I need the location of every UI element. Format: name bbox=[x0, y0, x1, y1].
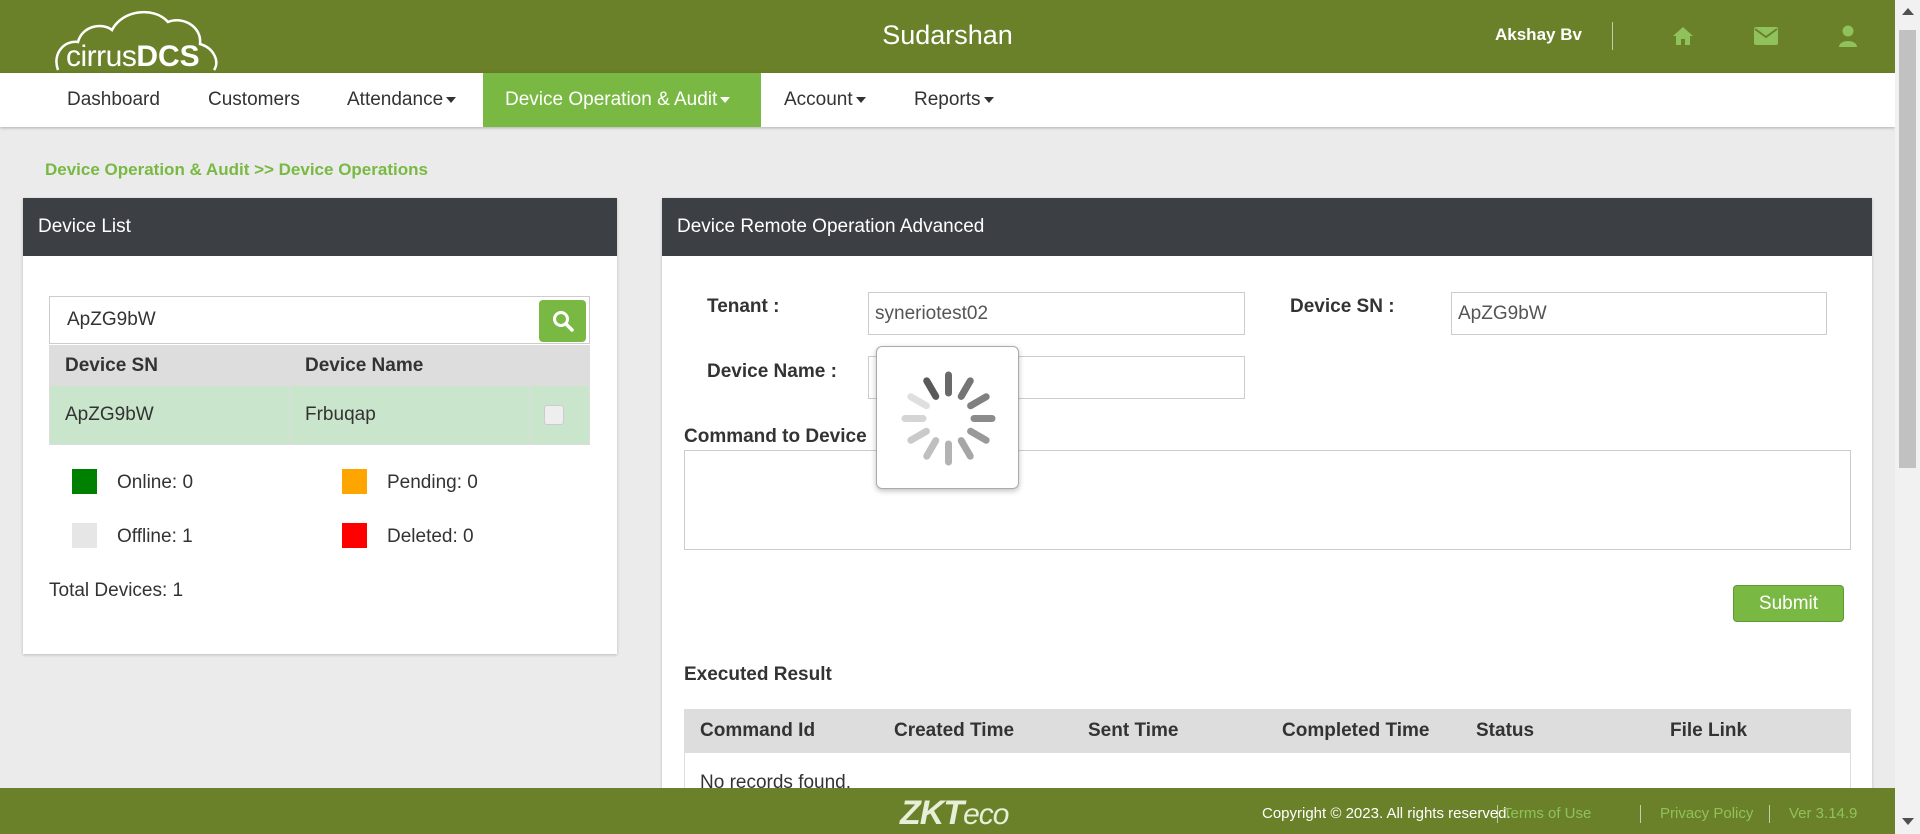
online-count: Online: 0 bbox=[117, 472, 194, 493]
nav-customers[interactable]: Customers bbox=[208, 73, 300, 127]
logo-text: cirrusDCS bbox=[66, 40, 200, 73]
footer-divider bbox=[1769, 805, 1770, 823]
pending-count: Pending: 0 bbox=[387, 472, 478, 493]
column-status[interactable]: Status bbox=[1460, 709, 1655, 753]
tenant-label: Tenant : bbox=[707, 296, 780, 317]
scrollbar-thumb[interactable] bbox=[1899, 30, 1916, 468]
device-table-header: Device SN Device Name bbox=[49, 345, 590, 386]
column-file-link[interactable]: File Link bbox=[1654, 709, 1851, 753]
device-list-title: Device List bbox=[23, 198, 617, 256]
version-text: Ver 3.14.9 bbox=[1789, 805, 1858, 822]
tenant-field[interactable] bbox=[868, 292, 1245, 335]
column-completed-time[interactable]: Completed Time bbox=[1266, 709, 1461, 753]
executed-result-label: Executed Result bbox=[684, 664, 832, 685]
cirrus-dcs-logo[interactable]: cirrusDCS bbox=[50, 4, 220, 73]
nav-account[interactable]: Account bbox=[784, 73, 866, 127]
mail-icon[interactable] bbox=[1752, 22, 1780, 50]
terms-link[interactable]: Terms of Use bbox=[1503, 805, 1591, 822]
home-icon[interactable] bbox=[1669, 22, 1697, 50]
submit-button[interactable]: Submit bbox=[1733, 585, 1844, 622]
nav-dashboard[interactable]: Dashboard bbox=[67, 73, 160, 127]
nav-reports[interactable]: Reports bbox=[914, 73, 994, 127]
pending-legend-swatch bbox=[342, 469, 367, 494]
top-header: cirrusDCS Sudarshan Akshay Bv bbox=[0, 0, 1895, 73]
device-name-cell[interactable]: Frbuqap bbox=[289, 385, 530, 445]
search-button[interactable] bbox=[539, 300, 586, 342]
nav-device-operation-audit[interactable]: Device Operation & Audit bbox=[483, 73, 761, 127]
device-search-input[interactable] bbox=[50, 297, 540, 343]
caret-down-icon bbox=[446, 96, 457, 103]
column-sent-time[interactable]: Sent Time bbox=[1072, 709, 1267, 753]
device-table: Device SN Device Name ApZG9bW Frbuqap bbox=[49, 345, 590, 445]
main-nav: Dashboard Customers Attendance Device Op… bbox=[0, 73, 1895, 127]
zkteco-logo: ZKTeco bbox=[900, 794, 1009, 832]
device-sn-cell[interactable]: ApZG9bW bbox=[49, 385, 290, 445]
column-device-name[interactable]: Device Name bbox=[289, 345, 530, 386]
footer: ZKTeco Copyright © 2023. All rights rese… bbox=[0, 788, 1895, 834]
device-sn-label: Device SN : bbox=[1290, 296, 1395, 317]
user-icon[interactable] bbox=[1834, 22, 1862, 50]
total-devices: Total Devices: 1 bbox=[49, 580, 184, 601]
deleted-count: Deleted: 0 bbox=[387, 526, 474, 547]
device-search-box bbox=[49, 296, 590, 344]
column-device-sn[interactable]: Device SN bbox=[49, 345, 290, 386]
footer-divider bbox=[1640, 805, 1641, 823]
caret-down-icon bbox=[855, 96, 866, 103]
device-name-label: Device Name : bbox=[707, 361, 837, 382]
loading-spinner-icon bbox=[901, 371, 996, 466]
nav-attendance[interactable]: Attendance bbox=[347, 73, 457, 127]
result-table-header: Command Id Created Time Sent Time Comple… bbox=[684, 709, 1851, 753]
deleted-legend-swatch bbox=[342, 523, 367, 548]
command-textarea[interactable] bbox=[684, 450, 1851, 550]
offline-legend-swatch bbox=[72, 523, 97, 548]
footer-divider bbox=[1497, 805, 1498, 823]
column-command-id[interactable]: Command Id bbox=[684, 709, 879, 753]
copyright-text: Copyright © 2023. All rights reserved. bbox=[1262, 805, 1511, 822]
caret-down-icon bbox=[983, 96, 994, 103]
command-label: Command to Device bbox=[684, 426, 867, 447]
site-title: Sudarshan bbox=[882, 20, 1013, 50]
column-created-time[interactable]: Created Time bbox=[878, 709, 1073, 753]
device-sn-field[interactable] bbox=[1451, 292, 1827, 335]
privacy-link[interactable]: Privacy Policy bbox=[1660, 805, 1753, 822]
online-legend-swatch bbox=[72, 469, 97, 494]
table-row[interactable]: ApZG9bW Frbuqap bbox=[49, 385, 590, 445]
user-name[interactable]: Akshay Bv bbox=[1495, 25, 1582, 45]
row-checkbox[interactable] bbox=[544, 404, 564, 425]
loading-dialog bbox=[876, 346, 1019, 489]
scroll-down-icon[interactable] bbox=[1902, 818, 1914, 825]
search-icon bbox=[552, 311, 574, 332]
column-select bbox=[529, 345, 590, 386]
offline-count: Offline: 1 bbox=[117, 526, 193, 547]
caret-down-icon bbox=[720, 96, 731, 103]
scroll-up-icon[interactable] bbox=[1902, 8, 1914, 15]
remote-operation-title: Device Remote Operation Advanced bbox=[662, 198, 1872, 256]
header-divider bbox=[1612, 22, 1613, 50]
breadcrumb: Device Operation & Audit >> Device Opera… bbox=[45, 160, 428, 179]
